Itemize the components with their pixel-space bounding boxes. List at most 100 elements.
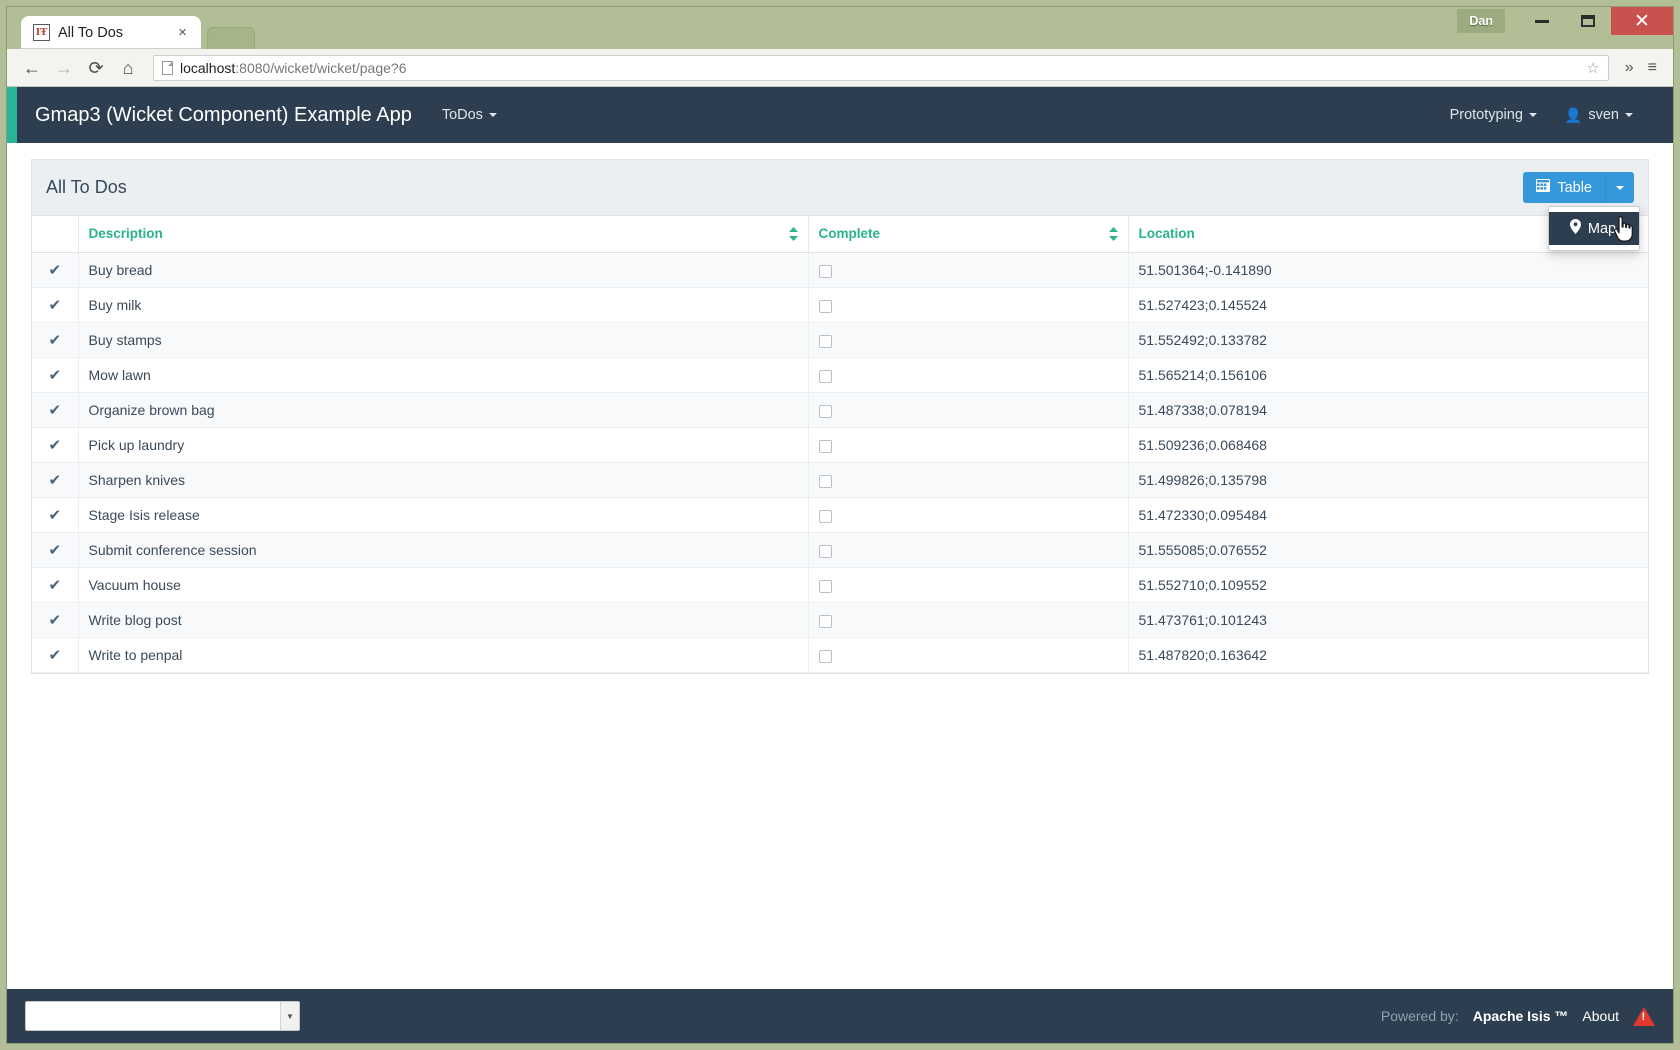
navbar-item-todos[interactable]: ToDos	[428, 87, 511, 143]
complete-checkbox[interactable]	[818, 649, 832, 663]
reload-button[interactable]: ⟳	[81, 54, 111, 82]
view-menu-item-map[interactable]: Map	[1549, 212, 1639, 245]
chevron-down-icon[interactable]: ▼	[280, 1002, 299, 1030]
row-select-cell[interactable]: ✔	[32, 357, 78, 393]
browser-tab[interactable]: IŦ All To Dos ×	[21, 16, 201, 49]
table-row[interactable]: ✔ Buy bread 51.501364;-0.141890	[32, 252, 1648, 288]
cell-complete[interactable]	[807, 252, 1128, 288]
table-row[interactable]: ✔ Mow lawn 51.565214;0.156106	[32, 357, 1648, 393]
cell-description[interactable]: Write blog post	[77, 602, 808, 638]
complete-checkbox[interactable]	[818, 334, 832, 348]
cell-complete[interactable]	[807, 392, 1128, 428]
table-row[interactable]: ✔ Organize brown bag 51.487338;0.078194	[32, 392, 1648, 428]
cell-description[interactable]: Buy stamps	[77, 322, 808, 358]
table-row[interactable]: ✔ Pick up laundry 51.509236;0.068468	[32, 427, 1648, 463]
cell-description[interactable]: Mow lawn	[77, 357, 808, 393]
hamburger-menu-icon[interactable]: ≡	[1642, 59, 1663, 77]
cell-complete[interactable]	[807, 357, 1128, 393]
new-tab-button[interactable]	[207, 27, 255, 49]
footer-select[interactable]: ▼	[25, 1001, 300, 1031]
home-button[interactable]: ⌂	[113, 54, 143, 82]
row-select-cell[interactable]: ✔	[32, 392, 78, 428]
row-select-cell[interactable]: ✔	[32, 322, 78, 358]
table-row[interactable]: ✔ Submit conference session 51.555085;0.07…	[32, 532, 1648, 568]
minimize-button[interactable]	[1519, 7, 1565, 35]
cell-description[interactable]: Vacuum house	[77, 567, 808, 603]
app-brand-title[interactable]: Gmap3 (Wicket Component) Example App	[17, 104, 428, 127]
todos-table: Description Complete Location ✔ Buy brea…	[32, 216, 1648, 673]
maximize-button[interactable]	[1565, 7, 1611, 35]
cell-description[interactable]: Stage Isis release	[77, 497, 808, 533]
cell-complete[interactable]	[807, 497, 1128, 533]
cell-complete[interactable]	[807, 427, 1128, 463]
cell-description[interactable]: Buy bread	[77, 252, 808, 288]
navbar-item-user[interactable]: 👤 sven	[1551, 107, 1647, 124]
row-select-cell[interactable]: ✔	[32, 252, 78, 288]
table-row[interactable]: ✔ Write blog post 51.473761;0.101243	[32, 602, 1648, 638]
complete-checkbox[interactable]	[818, 544, 832, 558]
address-bar[interactable]: localhost:8080/wicket/wicket/page?6 ☆	[153, 54, 1609, 81]
complete-checkbox[interactable]	[818, 299, 832, 313]
complete-checkbox[interactable]	[818, 579, 832, 593]
sort-toggle-description-icon[interactable]	[788, 227, 798, 241]
table-row[interactable]: ✔ Write to penpal 51.487820;0.163642	[32, 637, 1648, 673]
table-view-button[interactable]: Table	[1523, 172, 1605, 203]
column-header-check	[32, 216, 78, 253]
view-dropdown-toggle[interactable]	[1605, 172, 1634, 203]
cell-description[interactable]: Sharpen knives	[77, 462, 808, 498]
table-row[interactable]: ✔ Buy stamps 51.552492;0.133782	[32, 322, 1648, 358]
cell-complete[interactable]	[807, 322, 1128, 358]
home-icon: ⌂	[122, 57, 134, 78]
complete-checkbox[interactable]	[818, 264, 832, 278]
cell-complete[interactable]	[807, 532, 1128, 568]
row-select-cell[interactable]: ✔	[32, 532, 78, 568]
cell-complete[interactable]	[807, 602, 1128, 638]
product-name-label[interactable]: Apache Isis ™	[1473, 1008, 1569, 1024]
cell-complete[interactable]	[807, 637, 1128, 673]
complete-checkbox[interactable]	[818, 509, 832, 523]
sort-toggle-complete-icon[interactable]	[1108, 227, 1118, 241]
address-bar-url: localhost:8080/wicket/wicket/page?6	[180, 60, 406, 76]
complete-checkbox[interactable]	[818, 404, 832, 418]
browser-titlebar: IŦ All To Dos × Dan ✕	[7, 7, 1673, 49]
column-header-complete[interactable]: Complete	[807, 216, 1128, 253]
table-row[interactable]: ✔ Buy milk 51.527423;0.145524	[32, 287, 1648, 323]
tab-close-icon[interactable]: ×	[176, 25, 189, 40]
forward-button[interactable]: →	[49, 54, 79, 82]
window-user-chip[interactable]: Dan	[1457, 8, 1505, 34]
cell-complete[interactable]	[807, 567, 1128, 603]
row-select-cell[interactable]: ✔	[32, 567, 78, 603]
row-select-cell[interactable]: ✔	[32, 497, 78, 533]
row-select-cell[interactable]: ✔	[32, 637, 78, 673]
overflow-chevron-icon[interactable]: »	[1619, 59, 1640, 77]
close-button[interactable]: ✕	[1611, 7, 1673, 35]
table-row[interactable]: ✔ Stage Isis release 51.472330;0.095484	[32, 497, 1648, 533]
warning-triangle-icon[interactable]	[1633, 1006, 1655, 1026]
complete-checkbox[interactable]	[818, 439, 832, 453]
reload-icon: ⟳	[88, 57, 104, 78]
row-select-cell[interactable]: ✔	[32, 427, 78, 463]
complete-checkbox[interactable]	[818, 474, 832, 488]
bookmark-star-icon[interactable]: ☆	[1586, 59, 1599, 77]
row-select-cell[interactable]: ✔	[32, 602, 78, 638]
complete-checkbox[interactable]	[818, 614, 832, 628]
back-button[interactable]: ←	[17, 54, 47, 82]
column-header-description[interactable]: Description	[77, 216, 808, 253]
table-row[interactable]: ✔ Vacuum house 51.552710;0.109552	[32, 567, 1648, 603]
cell-description[interactable]: Write to penpal	[77, 637, 808, 673]
complete-checkbox[interactable]	[818, 369, 832, 383]
cell-location: 51.499826;0.135798	[1127, 462, 1648, 498]
cell-description[interactable]: Buy milk	[77, 287, 808, 323]
about-link[interactable]: About	[1582, 1008, 1619, 1024]
row-select-cell[interactable]: ✔	[32, 462, 78, 498]
cell-complete[interactable]	[807, 462, 1128, 498]
page-content: All To Dos Table Map Description Complet…	[7, 143, 1673, 989]
navbar-item-prototyping[interactable]: Prototyping	[1436, 107, 1551, 123]
row-select-cell[interactable]: ✔	[32, 287, 78, 323]
cell-description[interactable]: Organize brown bag	[77, 392, 808, 428]
cell-description[interactable]: Pick up laundry	[77, 427, 808, 463]
cell-location: 51.487338;0.078194	[1127, 392, 1648, 428]
table-row[interactable]: ✔ Sharpen knives 51.499826;0.135798	[32, 462, 1648, 498]
cell-description[interactable]: Submit conference session	[77, 532, 808, 568]
cell-complete[interactable]	[807, 287, 1128, 323]
